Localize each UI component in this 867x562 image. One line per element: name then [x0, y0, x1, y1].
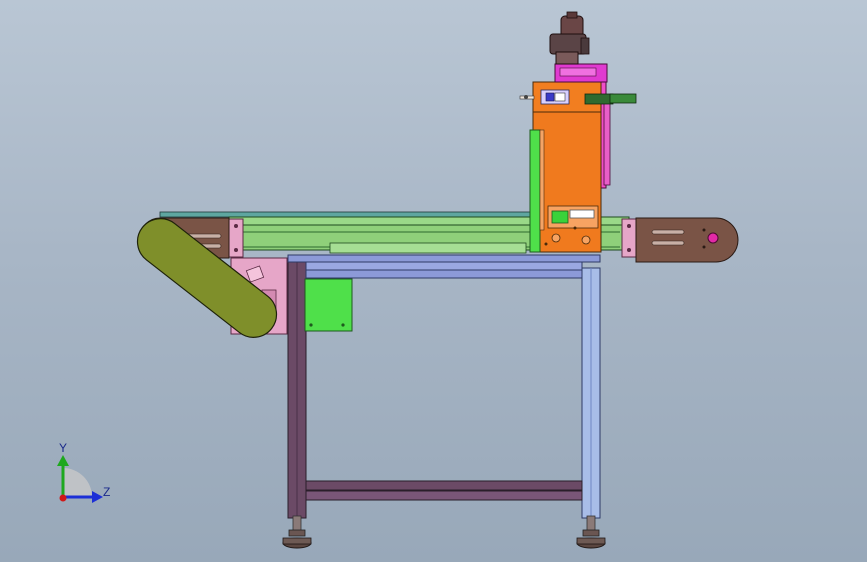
x-axis-dot: [59, 494, 67, 502]
top-valve: [549, 11, 590, 65]
top-frame-rail: [287, 254, 601, 279]
y-axis-arrowhead: [57, 455, 69, 466]
right-pink-end-plate: [621, 218, 637, 258]
conveyor-machine-drawing: [57, 11, 739, 549]
rear-leg-right: [581, 267, 601, 519]
z-axis-arrowhead: [92, 491, 103, 503]
leveling-foot-left: [282, 515, 312, 549]
z-axis-label: Z: [103, 485, 111, 499]
y-axis-label: Y: [59, 441, 68, 455]
cad-viewport[interactable]: Y Z: [0, 0, 867, 562]
magenta-panel: [554, 63, 608, 83]
column-head: [519, 81, 637, 113]
front-leg-left: [287, 257, 307, 519]
left-pink-end-plate: [228, 218, 244, 258]
right-brown-end-plate: [635, 217, 739, 263]
leveling-foot-right: [576, 515, 606, 549]
coordinate-triad: [57, 455, 103, 503]
bottom-cross-rail: [305, 480, 583, 501]
green-control-box: [304, 278, 353, 332]
